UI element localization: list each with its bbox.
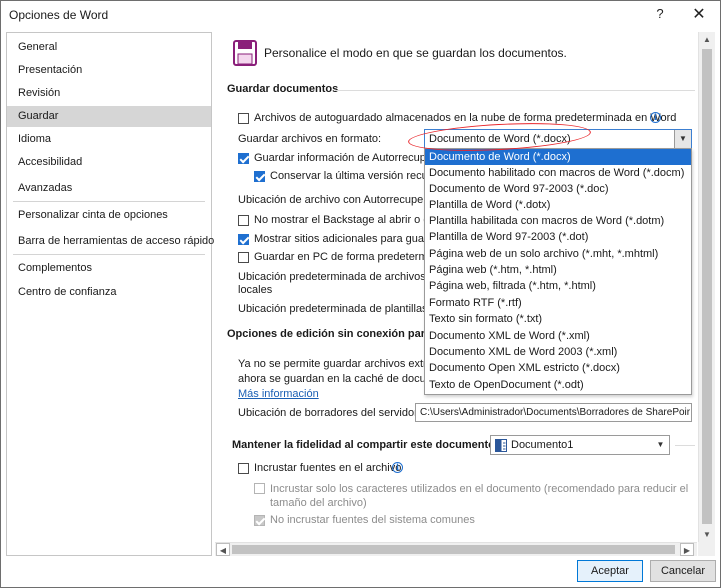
- format-option[interactable]: Documento XML de Word (*.xml): [425, 328, 691, 344]
- no-system-fonts-label: No incrustar fuentes del sistema comunes: [270, 514, 475, 526]
- format-option[interactable]: Página web de un solo archivo (*.mht, *.…: [425, 246, 691, 262]
- header-text: Personalice el modo en que se guardan lo…: [264, 46, 567, 60]
- sidebar-item-idioma[interactable]: Idioma: [7, 129, 211, 150]
- templates-default-label: Ubicación predeterminada de plantillas p: [238, 303, 437, 315]
- scroll-right-icon[interactable]: ▶: [680, 543, 694, 556]
- drafts-location-input[interactable]: C:\Users\Administrador\Documents\Borrado…: [415, 403, 692, 422]
- sidebar-item-guardar[interactable]: Guardar: [7, 106, 211, 127]
- format-option[interactable]: Texto de OpenDocument (*.odt): [425, 377, 691, 393]
- document-select[interactable]: Documento1 ▼: [490, 435, 670, 455]
- word-document-icon: [495, 439, 507, 452]
- format-select-value: Documento de Word (*.docx): [429, 133, 571, 145]
- format-label: Guardar archivos en formato:: [238, 133, 382, 145]
- word-options-dialog: Opciones de Word ? ✕ General Presentació…: [0, 0, 721, 588]
- sidebar-divider: [13, 254, 205, 255]
- section-title-offline: Opciones de edición sin conexión para lo…: [227, 328, 451, 340]
- format-dropdown-list: Documento de Word (*.docx) Documento hab…: [424, 148, 692, 395]
- format-option[interactable]: Documento XML de Word 2003 (*.xml): [425, 344, 691, 360]
- autorecover-location-label: Ubicación de archivo con Autorrecuperac: [238, 194, 439, 206]
- close-icon[interactable]: ✕: [691, 4, 707, 23]
- autorecover-checkbox[interactable]: [238, 153, 249, 164]
- info-icon: i: [392, 462, 403, 473]
- no-backstage-checkbox[interactable]: [238, 215, 249, 226]
- info-icon: i: [650, 112, 661, 123]
- section-title-fidelity: Mantener la fidelidad al compartir este …: [232, 439, 499, 451]
- scroll-left-icon[interactable]: ◀: [216, 543, 230, 556]
- format-option[interactable]: Documento de Word 97-2003 (*.doc): [425, 181, 691, 197]
- sidebar-divider: [13, 201, 205, 202]
- local-default-label: Ubicación predeterminada de archivos loc…: [238, 271, 426, 296]
- sidebar-item-complementos[interactable]: Complementos: [7, 258, 211, 279]
- format-option[interactable]: Formato RTF (*.rtf): [425, 295, 691, 311]
- sidebar-item-general[interactable]: General: [7, 37, 211, 58]
- embed-fonts-checkbox[interactable]: [238, 463, 249, 474]
- keep-last-version-checkbox[interactable]: [254, 171, 265, 182]
- horizontal-scrollbar[interactable]: ◀ ▶: [215, 542, 697, 556]
- scroll-thumb[interactable]: [232, 545, 675, 554]
- window-title: Opciones de Word: [9, 8, 109, 22]
- embed-used-chars-checkbox[interactable]: [254, 483, 265, 494]
- offline-text-line1: Ya no se permite guardar archivos extraí…: [238, 358, 443, 370]
- sidebar-item-centro-confianza[interactable]: Centro de confianza: [7, 282, 211, 303]
- scroll-up-icon[interactable]: ▲: [699, 32, 715, 47]
- document-select-value: Documento1: [511, 439, 574, 451]
- sidebar-item-revision[interactable]: Revisión: [7, 83, 211, 104]
- section-divider: [675, 445, 695, 446]
- chevron-down-icon[interactable]: ▼: [652, 436, 669, 454]
- save-icon: [233, 40, 257, 66]
- offline-text-line2: ahora se guardan en la caché de docume: [238, 373, 442, 385]
- section-title-guardar: Guardar documentos: [227, 83, 339, 95]
- no-backstage-label: No mostrar el Backstage al abrir o gua: [254, 214, 442, 226]
- chevron-down-icon[interactable]: ▼: [674, 130, 691, 148]
- sidebar: General Presentación Revisión Guardar Id…: [6, 32, 214, 556]
- cancel-button[interactable]: Cancelar: [650, 560, 716, 582]
- format-option[interactable]: Página web (*.htm, *.html): [425, 262, 691, 278]
- help-icon[interactable]: ?: [652, 6, 668, 22]
- scroll-down-icon[interactable]: ▼: [699, 527, 715, 542]
- section-divider: [335, 90, 695, 91]
- format-option[interactable]: Plantilla de Word 97-2003 (*.dot): [425, 229, 691, 245]
- format-option[interactable]: Plantilla habilitada con macros de Word …: [425, 213, 691, 229]
- embed-fonts-label: Incrustar fuentes en el archivo: [254, 462, 402, 474]
- sidebar-item-presentacion[interactable]: Presentación: [7, 60, 211, 81]
- format-option[interactable]: Documento de Word (*.docx): [425, 149, 691, 165]
- format-option[interactable]: Página web, filtrada (*.htm, *.html): [425, 278, 691, 294]
- save-pc-default-label: Guardar en PC de forma predetermina: [254, 251, 443, 263]
- scroll-thumb[interactable]: [702, 49, 712, 524]
- autosave-cloud-checkbox[interactable]: [238, 113, 249, 124]
- format-option[interactable]: Documento habilitado con macros de Word …: [425, 165, 691, 181]
- vertical-scrollbar[interactable]: ▲ ▼: [698, 32, 715, 542]
- show-places-label: Mostrar sitios adicionales para guarda: [254, 233, 440, 245]
- title-bar: Opciones de Word ? ✕: [1, 1, 720, 29]
- sidebar-item-barra-acceso-rapido[interactable]: Barra de herramientas de acceso rápido: [7, 231, 214, 252]
- format-option[interactable]: Plantilla de Word (*.dotx): [425, 197, 691, 213]
- autosave-cloud-label: Archivos de autoguardado almacenados en …: [254, 112, 677, 124]
- no-system-fonts-checkbox[interactable]: [254, 515, 265, 526]
- format-select[interactable]: Documento de Word (*.docx) ▼: [424, 129, 692, 149]
- drafts-location-label: Ubicación de borradores del servidor:: [238, 407, 421, 419]
- more-info-link[interactable]: Más información: [238, 388, 319, 400]
- keep-last-version-label: Conservar la última versión recupe: [270, 170, 440, 182]
- show-places-checkbox[interactable]: [238, 234, 249, 245]
- save-pc-default-checkbox[interactable]: [238, 252, 249, 263]
- embed-used-chars-label: Incrustar solo los caracteres utilizados…: [270, 483, 689, 509]
- sidebar-item-avanzadas[interactable]: Avanzadas: [7, 178, 211, 199]
- format-option[interactable]: Documento Open XML estricto (*.docx): [425, 360, 691, 376]
- format-option[interactable]: Texto sin formato (*.txt): [425, 311, 691, 327]
- sidebar-item-personalizar-cinta[interactable]: Personalizar cinta de opciones: [7, 205, 211, 226]
- scrollbar-corner: [698, 542, 715, 556]
- sidebar-item-accesibilidad[interactable]: Accesibilidad: [7, 152, 211, 173]
- ok-button[interactable]: Aceptar: [577, 560, 643, 582]
